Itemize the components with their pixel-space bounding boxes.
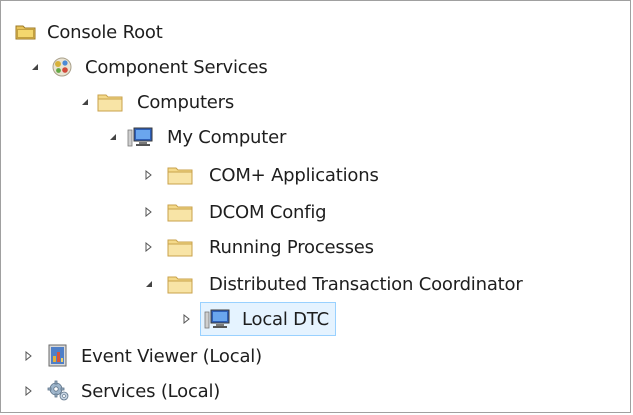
expand-toggle-running-processes[interactable] (141, 230, 157, 264)
tree-item-distributed-transaction-coordinator[interactable]: Distributed Transaction Coordinator (167, 267, 523, 301)
tree-item-label: Component Services (85, 56, 268, 78)
component-services-icon (51, 56, 73, 78)
tree-item-console-root[interactable]: Console Root (15, 15, 163, 49)
tree-item-component-services[interactable]: Component Services (51, 50, 268, 84)
tree-item-label: Event Viewer (Local) (81, 345, 262, 367)
tree-item-running-processes[interactable]: Running Processes (167, 230, 374, 264)
expand-toggle-com-applications[interactable] (141, 158, 157, 192)
tree-item-services[interactable]: Services (Local) (47, 374, 220, 408)
folder-icon (167, 274, 193, 294)
chevron-collapsed-icon (145, 207, 152, 217)
tree-item-label: Distributed Transaction Coordinator (209, 273, 523, 295)
folder-icon (167, 165, 193, 185)
tree-item-event-viewer[interactable]: Event Viewer (Local) (47, 339, 262, 373)
chevron-collapsed-icon (183, 314, 190, 324)
chevron-collapsed-icon (25, 351, 32, 361)
tree-item-label: My Computer (167, 126, 287, 148)
tree-item-computers[interactable]: Computers (97, 85, 234, 119)
chevron-expanded-icon (146, 281, 152, 287)
tree-item-local-dtc[interactable]: Local DTC (200, 302, 336, 336)
event-viewer-icon (47, 344, 69, 368)
folder-icon (167, 202, 193, 222)
folder-open-icon (15, 23, 37, 41)
chevron-expanded-icon (110, 134, 116, 140)
chevron-expanded-icon (32, 64, 38, 70)
tree-item-my-computer[interactable]: My Computer (127, 120, 286, 154)
chevron-collapsed-icon (145, 242, 152, 252)
tree-item-dcom-config[interactable]: DCOM Config (167, 195, 327, 229)
expand-toggle-dtc[interactable] (141, 267, 157, 301)
expand-toggle-computers[interactable] (77, 85, 93, 119)
expand-toggle-local-dtc[interactable] (179, 302, 195, 336)
expand-toggle-component-services[interactable] (27, 50, 43, 84)
computer-icon (204, 308, 232, 330)
expand-toggle-services[interactable] (21, 374, 37, 408)
tree-item-label: Computers (137, 91, 235, 113)
expand-toggle-event-viewer[interactable] (21, 339, 37, 373)
console-tree[interactable]: Console Root Component Services Computer… (0, 0, 631, 413)
tree-item-label: COM+ Applications (209, 164, 379, 186)
tree-item-com-applications[interactable]: COM+ Applications (167, 158, 379, 192)
tree-item-label: Local DTC (242, 308, 329, 330)
tree-item-label: Running Processes (209, 236, 374, 258)
folder-icon (167, 237, 193, 257)
chevron-collapsed-icon (145, 170, 152, 180)
expand-toggle-dcom-config[interactable] (141, 195, 157, 229)
chevron-expanded-icon (82, 99, 88, 105)
folder-icon (97, 92, 123, 112)
tree-item-label: Console Root (47, 21, 163, 43)
expand-toggle-my-computer[interactable] (105, 120, 121, 154)
tree-item-label: DCOM Config (209, 201, 327, 223)
computer-icon (127, 126, 155, 148)
services-gear-icon (47, 379, 71, 403)
tree-item-label: Services (Local) (81, 380, 221, 402)
chevron-collapsed-icon (25, 386, 32, 396)
